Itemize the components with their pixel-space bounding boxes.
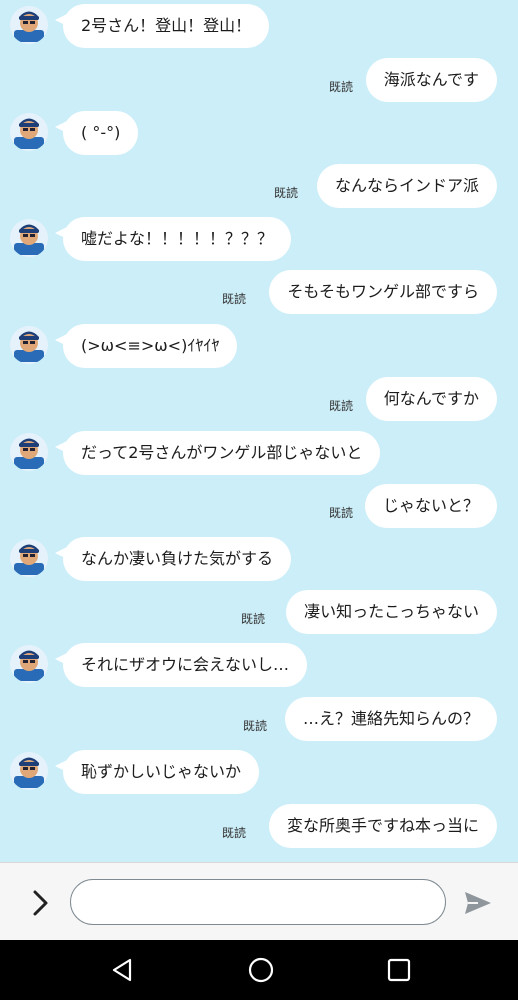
message-bubble[interactable]: 海派なんです xyxy=(365,58,497,102)
nav-recents-button[interactable] xyxy=(384,955,414,985)
read-receipt: 既読 xyxy=(328,399,353,413)
message-bubble[interactable]: 恥ずかしいじゃないか xyxy=(54,750,260,794)
message-row-incoming: 2号さん！登山！登山！ xyxy=(0,4,518,54)
message-row-outgoing: 既読 …え？連絡先知らんの？ xyxy=(0,697,518,747)
message-text: 嘘だよな！！！！！？？？ xyxy=(81,229,274,248)
character-avatar-icon[interactable] xyxy=(10,326,48,364)
message-row-incoming: それにザオウに会えないし… xyxy=(0,643,518,693)
read-receipt: 既読 xyxy=(240,612,265,626)
read-receipt: 既読 xyxy=(328,506,353,520)
message-row-outgoing: 既読 じゃないと？ xyxy=(0,484,518,534)
message-row-outgoing: 既読 凄い知ったこっちゃない xyxy=(0,590,518,640)
message-bubble[interactable]: じゃないと？ xyxy=(364,484,497,528)
message-bubble[interactable]: そもそもワンゲル部ですら xyxy=(269,270,497,314)
message-input-bar xyxy=(0,862,518,941)
message-bubble[interactable]: 変な所奥手ですね本っ当に xyxy=(268,804,497,848)
message-row-outgoing: 既読 なんならインドア派 xyxy=(0,164,518,214)
message-text: なんならインドア派 xyxy=(334,176,479,195)
message-text: だって2号さんがワンゲル部じゃないと xyxy=(81,443,363,462)
message-bubble[interactable]: それにザオウに会えないし… xyxy=(54,643,308,687)
message-row-outgoing: 既読 何なんですか xyxy=(0,377,518,427)
message-text: なんか凄い負けた気がする xyxy=(81,549,274,568)
message-bubble[interactable]: 嘘だよな！！！！！？？？ xyxy=(54,217,292,261)
system-navigation-bar xyxy=(0,940,518,1000)
character-avatar-icon[interactable] xyxy=(10,645,48,683)
message-text: ( °-°) xyxy=(81,123,121,142)
read-receipt: 既読 xyxy=(273,186,298,200)
chat-area[interactable]: 2号さん！登山！登山！ 既読 海派なんです ( °-°) 既読 なんならインドア… xyxy=(0,0,518,862)
character-avatar-icon[interactable] xyxy=(10,539,48,577)
message-text: そもそもワンゲル部ですら xyxy=(287,282,479,301)
read-receipt: 既読 xyxy=(242,719,267,733)
read-receipt: 既読 xyxy=(221,826,246,840)
message-text: 何なんですか xyxy=(383,389,479,408)
message-text: 2号さん！登山！登山！ xyxy=(81,16,252,35)
message-input[interactable] xyxy=(70,879,446,925)
nav-home-button[interactable] xyxy=(246,955,276,985)
message-row-incoming: 嘘だよな！！！！！？？？ xyxy=(0,217,518,267)
chevron-right-icon xyxy=(33,890,48,916)
read-receipt: 既読 xyxy=(221,292,246,306)
character-avatar-icon[interactable] xyxy=(10,219,48,257)
nav-back-button[interactable] xyxy=(108,955,138,985)
message-row-outgoing: 既読 そもそもワンゲル部ですら xyxy=(0,270,518,320)
message-bubble[interactable]: 何なんですか xyxy=(365,377,497,421)
read-receipt: 既読 xyxy=(328,80,353,94)
message-bubble[interactable]: なんならインドア派 xyxy=(316,164,497,208)
message-bubble[interactable]: (>ω<≡>ω<)ｲﾔｲﾔ xyxy=(54,324,238,368)
character-avatar-icon[interactable] xyxy=(10,113,48,151)
send-button[interactable] xyxy=(462,887,494,919)
message-row-incoming: だって2号さんがワンゲル部じゃないと xyxy=(0,431,518,481)
message-row-incoming: (>ω<≡>ω<)ｲﾔｲﾔ xyxy=(0,324,518,374)
message-text: 恥ずかしいじゃないか xyxy=(81,762,242,781)
message-bubble[interactable]: 凄い知ったこっちゃない xyxy=(286,590,497,634)
message-row-incoming: 恥ずかしいじゃないか xyxy=(0,750,518,800)
message-text: …え？連絡先知らんの？ xyxy=(302,709,479,728)
message-text: 凄い知ったこっちゃない xyxy=(304,602,479,621)
home-circle-icon xyxy=(248,957,274,983)
character-avatar-icon[interactable] xyxy=(10,433,48,471)
message-text: (>ω<≡>ω<)ｲﾔｲﾔ xyxy=(81,336,220,355)
message-text: 海派なんです xyxy=(383,70,479,89)
recents-square-icon xyxy=(387,958,411,982)
message-bubble[interactable]: …え？連絡先知らんの？ xyxy=(284,697,497,741)
character-avatar-icon[interactable] xyxy=(10,752,48,790)
message-text: 変な所奥手ですね本っ当に xyxy=(286,816,479,835)
message-bubble[interactable]: ( °-°) xyxy=(54,111,139,155)
back-triangle-icon xyxy=(112,958,132,982)
send-icon xyxy=(465,892,491,914)
message-row-incoming: なんか凄い負けた気がする xyxy=(0,537,518,587)
message-row-outgoing: 既読 海派なんです xyxy=(0,58,518,108)
message-text: それにザオウに会えないし… xyxy=(81,655,290,674)
message-bubble[interactable]: 2号さん！登山！登山！ xyxy=(54,4,270,48)
message-row-outgoing: 既読 変な所奥手ですね本っ当に xyxy=(0,804,518,854)
character-avatar-icon[interactable] xyxy=(10,6,48,44)
message-bubble[interactable]: だって2号さんがワンゲル部じゃないと xyxy=(54,431,381,475)
message-bubble[interactable]: なんか凄い負けた気がする xyxy=(54,537,292,581)
expand-menu-button[interactable] xyxy=(24,887,56,919)
message-text: じゃないと？ xyxy=(382,496,479,515)
message-row-incoming: ( °-°) xyxy=(0,111,518,161)
